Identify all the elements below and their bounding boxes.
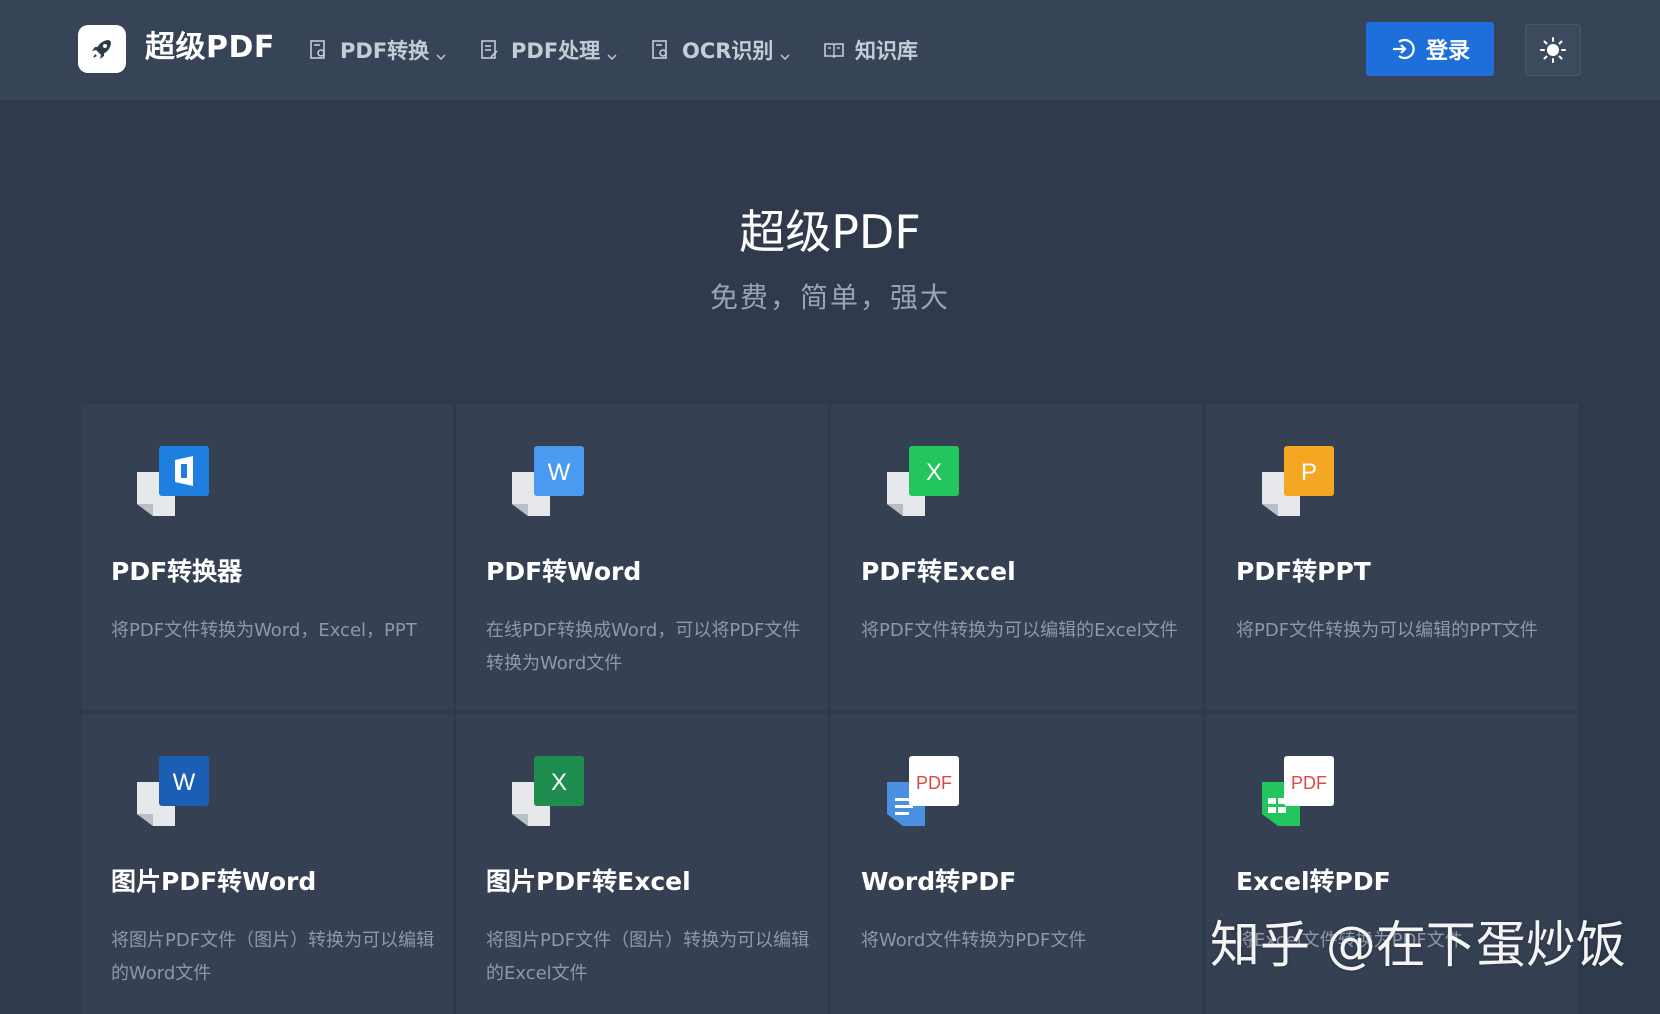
nav-item-ocr[interactable]: OCR识别 xyxy=(650,28,791,72)
chevron-down-icon xyxy=(435,44,447,60)
nav-label: PDF处理 xyxy=(511,39,601,63)
tool-card-pdf-to-excel[interactable]: X PDF转Excel 将PDF文件转换为可以编辑的Excel文件 xyxy=(831,404,1203,710)
tool-card-pdf-to-word[interactable]: W PDF转Word 在线PDF转换成Word，可以将PDF文件转换为Word文… xyxy=(456,404,828,710)
svg-text:X: X xyxy=(551,769,567,796)
svg-text:W: W xyxy=(173,769,196,796)
tool-description: 将PDF文件转换为可以编辑的PPT文件 xyxy=(1236,620,1538,641)
tool-description: 将图片PDF文件（图片）转换为可以编辑的Excel文件 xyxy=(486,930,810,984)
tool-description: 将图片PDF文件（图片）转换为可以编辑的Word文件 xyxy=(111,930,435,984)
tool-description: 在线PDF转换成Word，可以将PDF文件转换为Word文件 xyxy=(486,620,801,674)
tool-card-pdf-to-ppt[interactable]: P PDF转PPT 将PDF文件转换为可以编辑的PPT文件 xyxy=(1206,404,1578,710)
tool-card-image-pdf-to-excel[interactable]: X 图片PDF转Excel 将图片PDF文件（图片）转换为可以编辑的Excel文… xyxy=(456,714,828,1014)
excel-icon: X xyxy=(510,754,586,830)
tool-card-pdf-converter[interactable]: PDF转换器 将PDF文件转换为Word，Excel，PPT xyxy=(81,404,453,710)
document-scan-icon xyxy=(650,39,672,61)
chevron-down-icon xyxy=(779,44,791,60)
top-navbar: 超级PDF PDF转换 PDF处理 OCR识别 知识库 登录 xyxy=(0,0,1660,100)
login-button[interactable]: 登录 xyxy=(1366,22,1494,76)
nav-item-knowledge-base[interactable]: 知识库 xyxy=(823,28,918,72)
tool-title: PDF转Word xyxy=(486,557,642,586)
tool-title: Word转PDF xyxy=(861,867,1017,896)
brand-name[interactable]: 超级PDF xyxy=(145,26,275,70)
tool-title: 图片PDF转Word xyxy=(111,867,317,896)
nav-item-pdf-process[interactable]: PDF处理 xyxy=(479,28,618,72)
tool-title: Excel转PDF xyxy=(1236,867,1391,896)
rocket-logo-icon[interactable] xyxy=(78,25,126,73)
nav-item-pdf-convert[interactable]: PDF转换 xyxy=(308,28,447,72)
svg-text:X: X xyxy=(926,459,942,486)
svg-text:W: W xyxy=(548,459,571,486)
tool-card-image-pdf-to-word[interactable]: W 图片PDF转Word 将图片PDF文件（图片）转换为可以编辑的Word文件 xyxy=(81,714,453,1014)
hero-subtitle: 免费，简单，强大 xyxy=(709,281,950,314)
login-icon xyxy=(1392,38,1415,60)
word-icon: W xyxy=(510,444,586,520)
tool-description: 将PDF文件转换为Word，Excel，PPT xyxy=(111,620,417,641)
tool-description: 将PDF文件转换为可以编辑的Excel文件 xyxy=(861,620,1178,641)
excel-icon: X xyxy=(885,444,961,520)
hero-title: 超级PDF xyxy=(739,205,921,259)
tool-title: PDF转换器 xyxy=(111,557,243,586)
svg-text:PDF: PDF xyxy=(916,773,952,793)
tool-card-word-to-pdf[interactable]: PDF Word转PDF 将Word文件转换为PDF文件 xyxy=(831,714,1203,1014)
document-search-icon xyxy=(308,39,330,61)
login-label: 登录 xyxy=(1425,39,1470,64)
tool-title: 图片PDF转Excel xyxy=(486,867,691,896)
nav-label: 知识库 xyxy=(855,39,918,63)
chevron-down-icon xyxy=(606,44,618,60)
svg-text:P: P xyxy=(1301,459,1317,486)
svg-text:PDF: PDF xyxy=(1291,773,1327,793)
tool-description: 将Word文件转换为PDF文件 xyxy=(861,930,1087,951)
pdf-icon: PDF xyxy=(885,754,961,830)
pdf-icon: PDF xyxy=(1260,754,1336,830)
watermark-text: 知乎 @在下蛋炒饭 xyxy=(1210,916,1626,974)
theme-toggle-button[interactable] xyxy=(1525,24,1581,76)
book-icon xyxy=(823,39,845,61)
document-edit-icon xyxy=(479,39,501,61)
word-icon: W xyxy=(135,754,211,830)
tool-title: PDF转Excel xyxy=(861,557,1016,586)
tool-title: PDF转PPT xyxy=(1236,557,1371,586)
ppt-icon: P xyxy=(1260,444,1336,520)
office-icon xyxy=(135,444,211,520)
sun-icon xyxy=(1540,37,1566,63)
nav-label: OCR识别 xyxy=(682,39,774,63)
nav-label: PDF转换 xyxy=(340,39,430,63)
